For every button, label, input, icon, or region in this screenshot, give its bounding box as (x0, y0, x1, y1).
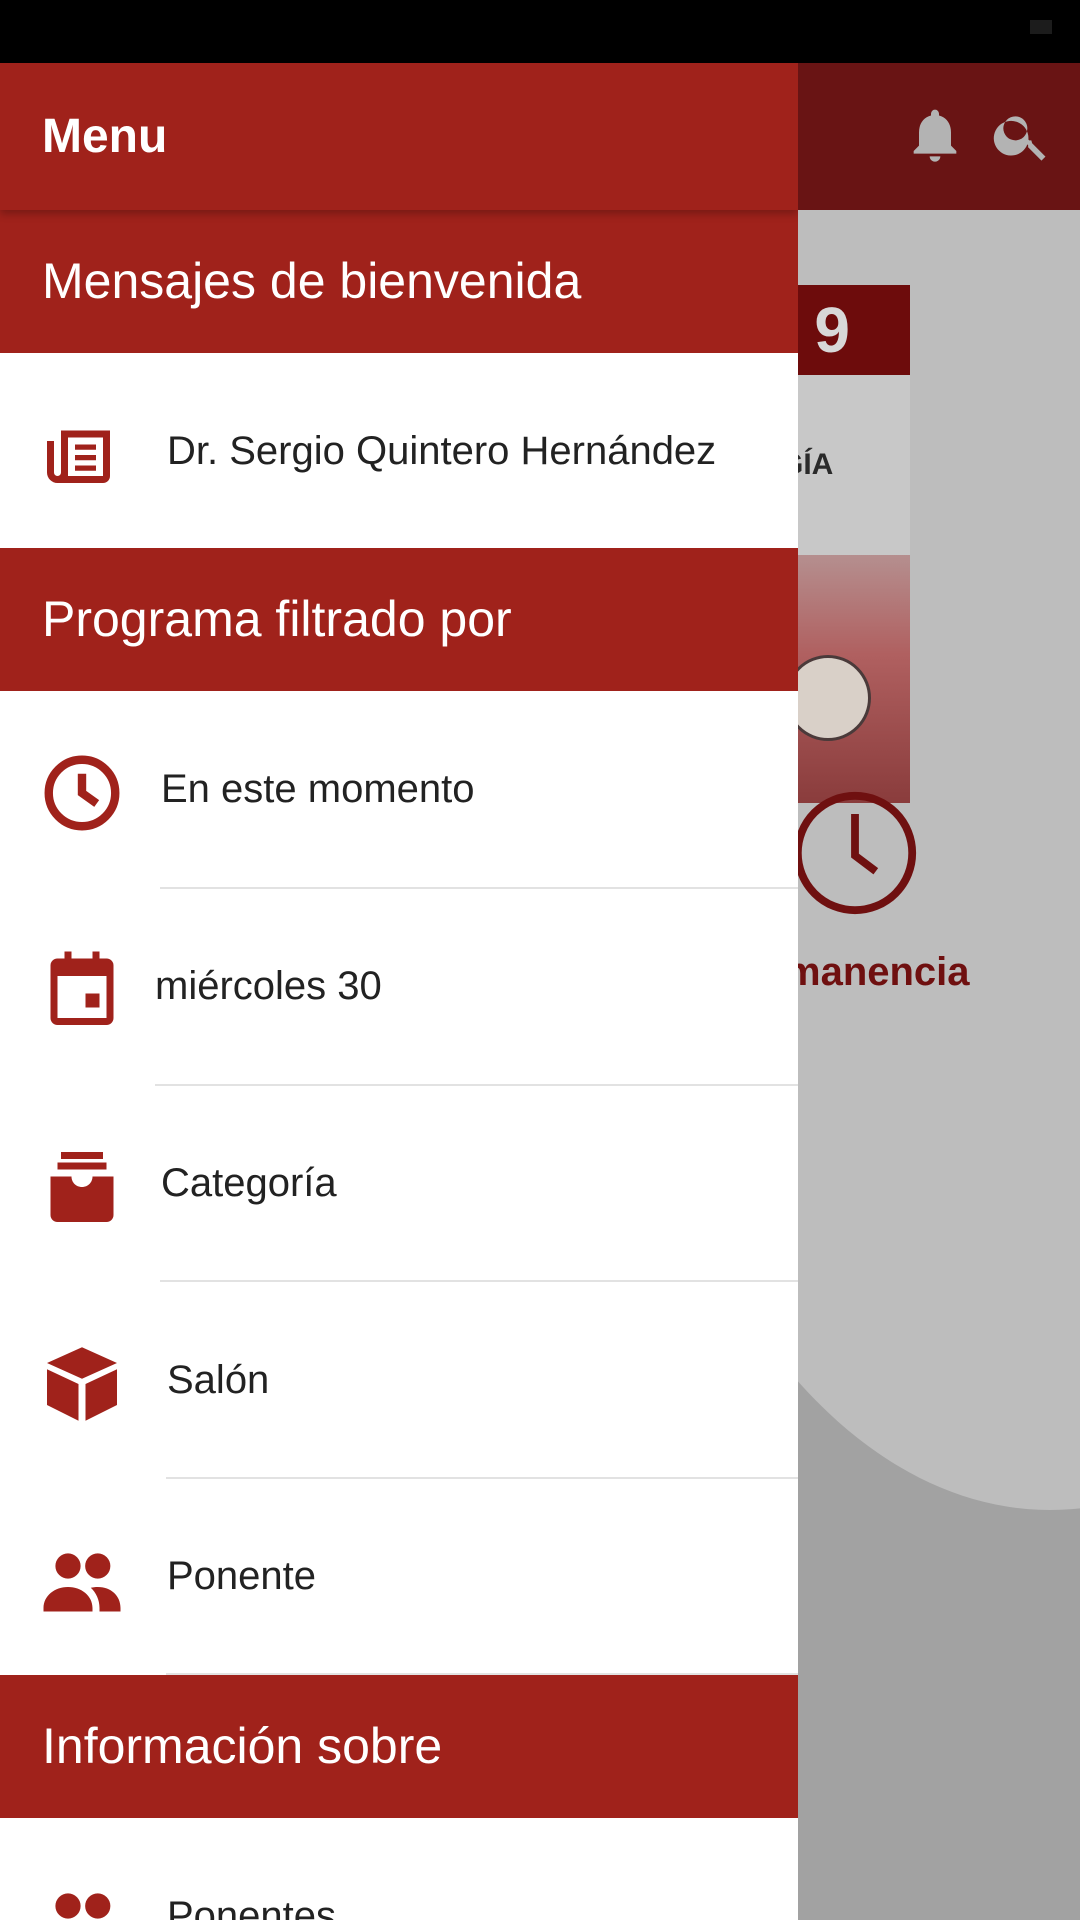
menu-item-date[interactable]: miércoles 30 (0, 888, 798, 1084)
battery-icon (1030, 20, 1052, 34)
menu-item-label: Ponentes (167, 1894, 337, 1920)
people-icon (55, 1893, 111, 1919)
menu-item-room[interactable]: Salón (0, 1282, 798, 1478)
calendar-icon (50, 951, 114, 1025)
menu-item-label: Categoría (161, 1161, 337, 1205)
permanencia-label: manencia (785, 950, 970, 994)
archive-icon (50, 1152, 114, 1222)
newspaper-icon (47, 430, 110, 483)
section-label: Programa filtrado por (42, 591, 512, 647)
menu-item-label: Dr. Sergio Quintero Hernández (167, 429, 717, 473)
cube-icon (47, 1347, 117, 1421)
menu-item-welcome-message[interactable]: Dr. Sergio Quintero Hernández (0, 353, 798, 549)
section-label: Mensajes de bienvenida (42, 253, 582, 309)
drawer-header: Menu (0, 63, 798, 210)
status-bar (0, 0, 1080, 63)
poster-image (780, 555, 910, 803)
menu-item-label: Ponente (167, 1554, 317, 1598)
menu-item-label: miércoles 30 (155, 964, 382, 1008)
poster-title: GÍA (780, 375, 910, 555)
section-header-programa: Programa filtrado por (0, 548, 798, 691)
poster-year: 9 (780, 285, 910, 375)
event-poster[interactable]: 9 GÍA (780, 285, 910, 803)
people-icon (43, 1553, 121, 1612)
menu-item-speaker[interactable]: Ponente (0, 1478, 798, 1674)
search-icon[interactable] (990, 103, 1054, 167)
menu-item-label: En este momento (161, 767, 475, 811)
menu-item-speakers[interactable]: Ponentes (0, 1818, 798, 1920)
menu-item-category[interactable]: Categoría (0, 1085, 798, 1281)
section-label: Información sobre (42, 1718, 443, 1774)
drawer-title: Menu (42, 110, 168, 163)
clock-icon[interactable] (790, 788, 920, 918)
menu-item-label: Salón (167, 1358, 270, 1402)
section-header-bienvenida: Mensajes de bienvenida (0, 210, 798, 353)
clock-icon (44, 755, 120, 831)
section-header-informacion: Información sobre (0, 1675, 798, 1818)
menu-item-now[interactable]: En este momento (0, 691, 798, 887)
navigation-drawer: Menu Mensajes de bienvenida Dr. Sergio Q… (0, 63, 798, 1920)
bell-icon[interactable] (903, 103, 967, 167)
